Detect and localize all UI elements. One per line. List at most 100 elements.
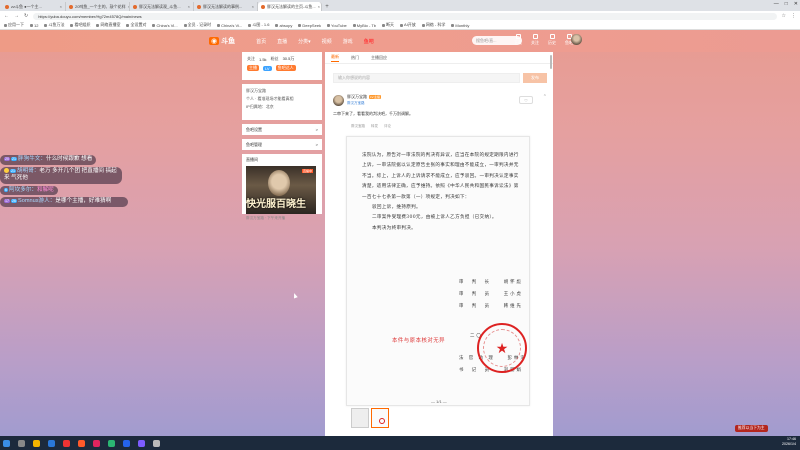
menu-dots-icon[interactable]: ⋮ xyxy=(791,13,796,19)
url-field[interactable]: https://yuba.douyu.com/member/Hg72m4578Q… xyxy=(33,12,777,20)
close-tab-icon[interactable]: × xyxy=(252,4,254,9)
post-author: 胖汉万宝路 LV.主播 胖汉万宝路 xyxy=(333,94,382,106)
bookmark[interactable]: AI开放 xyxy=(400,22,416,28)
site-header: ◉ 斗鱼 首页 直播 分类▾ 视频 游戏 鱼吧 xyxy=(0,30,800,52)
author-avatar[interactable] xyxy=(333,94,344,106)
bookmark[interactable]: 12 xyxy=(30,23,38,28)
bookmark[interactable]: 看吧组织 xyxy=(70,22,90,28)
app-icon[interactable] xyxy=(138,439,145,447)
stat-value[interactable]: 30.5万 xyxy=(283,56,295,62)
close-tab-icon[interactable]: × xyxy=(188,4,190,9)
back-arrow-icon[interactable]: ← xyxy=(4,13,9,19)
bookmark[interactable]: DeepSeek xyxy=(298,23,321,28)
close-window-button[interactable]: ✕ xyxy=(794,1,798,7)
system-clock[interactable]: 17:46 2026/1/4 xyxy=(782,437,796,447)
bookmark-icon xyxy=(248,23,252,27)
bookmark[interactable]: MyBio - Tb xyxy=(352,23,376,28)
author-group[interactable]: 胖汉万宝路 xyxy=(347,100,381,106)
start-icon[interactable] xyxy=(3,439,10,447)
chevron-up-icon[interactable]: ⌃ xyxy=(543,94,547,100)
search-icon[interactable] xyxy=(18,439,25,447)
tab-latest[interactable]: 最新 xyxy=(331,54,339,62)
user-avatar[interactable] xyxy=(571,34,582,45)
bookmark-icon xyxy=(96,23,100,27)
live-room-card[interactable]: 直播间 直播中 快光服百晓生 胖汉万宝路 · 下午来开播 xyxy=(242,154,322,220)
follow-button[interactable]: ♡ xyxy=(519,96,533,104)
nav-live[interactable]: 直播 xyxy=(277,38,287,45)
stat-value[interactable]: 1.5k xyxy=(259,57,267,62)
address-bar: ← → ↻ https://yuba.douyu.com/member/Hg72… xyxy=(0,11,800,21)
bookmark[interactable]: 全设置对 xyxy=(126,22,146,28)
post-meta: 胖汉宝路 转发 评论 xyxy=(351,124,391,129)
folder-icon[interactable] xyxy=(33,439,40,447)
tab-hot[interactable]: 热门 xyxy=(351,55,359,61)
bookmark[interactable]: 应用一下 xyxy=(4,22,24,28)
thumbnail-selected[interactable] xyxy=(371,408,389,428)
bookmark[interactable]: China's Vi... xyxy=(152,23,178,28)
judgment-document-image[interactable]: 法院认为，原告对一审法院的判决有异议，应当在本院的规定期限内进行上诉，一审法院据… xyxy=(346,136,530,406)
nav-yuba[interactable]: 鱼吧 xyxy=(364,38,374,45)
post-input[interactable]: 输入你想说的内容 xyxy=(333,73,520,83)
qq-icon[interactable] xyxy=(123,439,130,447)
wechat-icon[interactable] xyxy=(108,439,115,447)
douyu-icon[interactable] xyxy=(78,439,85,447)
notification-toast[interactable]: 推荐以当下为主 xyxy=(735,425,768,432)
thumbnail[interactable] xyxy=(351,408,369,428)
sidebar-item-settings[interactable]: 鱼吧设置 > xyxy=(242,124,322,135)
chrome-icon[interactable] xyxy=(63,439,70,447)
image-thumbnails xyxy=(351,408,389,428)
app-icon[interactable] xyxy=(153,439,160,447)
profile-name: 胖汉万宝路 xyxy=(246,88,266,93)
meta-item[interactable]: 转发 xyxy=(371,124,378,129)
nav-category[interactable]: 分类▾ xyxy=(298,38,311,45)
browser-tab[interactable]: 胖汉无法解读的事例... × xyxy=(194,2,258,11)
reload-icon[interactable]: ↻ xyxy=(24,13,28,19)
bookmark[interactable]: 斗鱼万法 xyxy=(44,22,64,28)
bookmark[interactable]: 网络 - 科学 xyxy=(421,22,445,28)
bookmark[interactable]: 网络直播室 xyxy=(96,22,120,28)
nav-home[interactable]: 首页 xyxy=(256,38,266,45)
browser-tab-active[interactable]: 胖汉无法解读的主页-斗鱼... × xyxy=(258,2,322,11)
chat-user[interactable]: Somnus游人： xyxy=(18,198,55,204)
sidebar-item-manage[interactable]: 鱼吧管理 > xyxy=(242,139,322,150)
bookmark[interactable]: ahsopy xyxy=(275,23,292,28)
close-tab-icon[interactable]: × xyxy=(318,4,320,9)
meta-item[interactable]: 评论 xyxy=(384,124,391,129)
nav-game[interactable]: 游戏 xyxy=(343,38,353,45)
bookmark[interactable]: YouTube xyxy=(327,23,347,28)
bookmark[interactable]: 全员 - 记录时 xyxy=(183,22,211,28)
bookmark[interactable]: 斗图 - 1.6 xyxy=(248,22,269,28)
scrollbar[interactable] xyxy=(550,55,552,69)
chat-user[interactable]: 阿坎多尔： xyxy=(9,187,37,193)
tab-host-reply[interactable]: 主播回应 xyxy=(371,55,387,61)
edge-icon[interactable] xyxy=(48,439,55,447)
download-button[interactable]: 下载 xyxy=(514,34,522,46)
browser-tab[interactable]: zz斗鱼 ●一个主... × xyxy=(2,2,66,11)
publish-button[interactable]: 发布 xyxy=(523,73,547,83)
follow-list-button[interactable]: 关注 xyxy=(531,34,539,46)
signature-line: 审 判 长 胡怀彪 xyxy=(459,280,523,285)
new-tab-button[interactable]: + xyxy=(322,2,332,11)
maximize-button[interactable]: □ xyxy=(785,1,788,7)
live-thumbnail[interactable]: 直播中 快光服百晓生 xyxy=(246,166,316,214)
nav-video[interactable]: 视频 xyxy=(322,38,332,45)
bookmark-icon xyxy=(327,23,331,27)
browser-tab[interactable]: 20吨鱼_一个主的、敲个花样 × xyxy=(66,2,130,11)
star-icon[interactable]: ☆ xyxy=(782,13,786,19)
meta-item[interactable]: 胖汉宝路 xyxy=(351,124,365,129)
bookmark[interactable]: 断天 xyxy=(382,22,394,28)
history-button[interactable]: 历史 xyxy=(548,34,556,46)
chat-user[interactable]: 胡明哥： xyxy=(17,168,39,174)
author-name[interactable]: 胖汉万宝路 xyxy=(347,94,367,99)
chat-user[interactable]: 胖狗牛文： xyxy=(18,156,46,162)
site-logo[interactable]: ◉ 斗鱼 xyxy=(209,36,235,46)
close-tab-icon[interactable]: × xyxy=(60,4,62,9)
ruling-line: 二审案件受理费300元，由被上诉人乙方负担（已交纳）。 xyxy=(372,215,497,221)
bookmark[interactable]: China's Vi... xyxy=(217,23,242,28)
bookmark-icon xyxy=(352,23,356,27)
forward-arrow-icon[interactable]: → xyxy=(14,13,19,19)
bookmark[interactable]: Monthly xyxy=(451,23,469,28)
browser-tab[interactable]: 胖汉无法解读观_斗鱼... × xyxy=(130,2,194,11)
app-icon[interactable] xyxy=(93,439,100,447)
minimize-button[interactable]: — xyxy=(774,1,779,7)
